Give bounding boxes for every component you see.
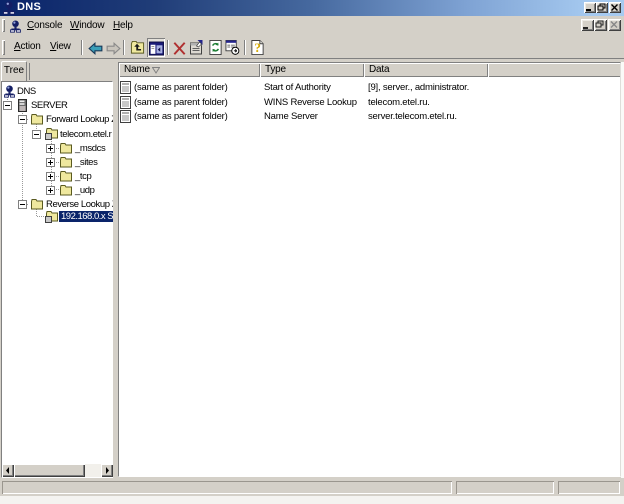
svg-text:?: ? (254, 40, 261, 55)
